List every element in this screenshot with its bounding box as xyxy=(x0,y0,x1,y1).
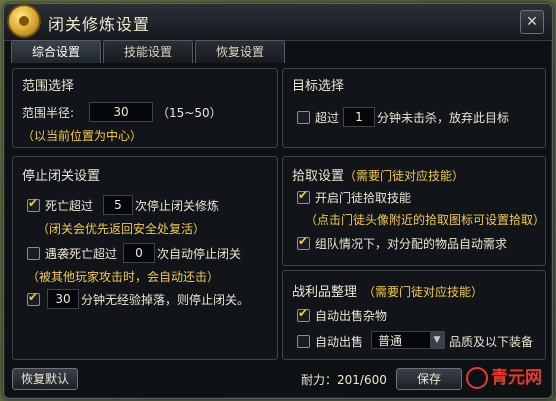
pickup-panel: 拾取设置（需要门徒对应技能） 开启门徒拾取技能 （点击门徒头像附近的拾取图标可设… xyxy=(282,156,546,266)
chevron-down-icon[interactable]: ▼ xyxy=(430,332,444,348)
death-checkbox[interactable] xyxy=(27,196,40,212)
save-button[interactable]: 保存 xyxy=(396,368,462,390)
exp-post: 分钟无经验掉落，则停止闭关。 xyxy=(81,293,250,307)
sell-junk-checkbox[interactable] xyxy=(297,306,310,322)
attack-post: 次自动停止闭关 xyxy=(157,247,242,261)
target-post: 分钟未击杀，放弃此目标 xyxy=(377,111,510,125)
sell-gear-label: 自动出售 xyxy=(315,335,364,349)
death-pre: 死亡超过 xyxy=(45,199,94,213)
settings-window: 闭关修炼设置 ✕ 综合设置 技能设置 恢复设置 范围选择 范围半径: 30 （1… xyxy=(3,3,553,399)
window-title: 闭关修炼设置 xyxy=(48,15,151,34)
team-need-label: 组队情况下，对分配的物品自动需求 xyxy=(315,237,508,251)
loot-title-text: 战利品整理 xyxy=(292,285,358,300)
death-count-input[interactable]: 5 xyxy=(103,195,133,215)
pickup-enable-note: （点击门徒头像附近的拾取图标可设置拾取） xyxy=(305,213,546,227)
stop-panel: 停止闭关设置 死亡超过 5 次停止闭关修炼 （闭关会优先返回安全处复活） 遇袭死… xyxy=(12,156,278,360)
quality-post: 品质及以下装备 xyxy=(449,335,534,349)
pickup-title-note: （需要门徒对应技能） xyxy=(344,169,465,183)
logo-circle-icon xyxy=(466,367,488,389)
team-need-checkbox[interactable] xyxy=(297,234,310,250)
radius-hint: （15~50） xyxy=(157,106,222,120)
pickup-enable-checkbox[interactable] xyxy=(297,188,310,204)
death-post: 次停止闭关修炼 xyxy=(135,199,220,213)
attack-note: （被其他玩家攻击时，会自动还击） xyxy=(27,270,220,284)
tab-skills[interactable]: 技能设置 xyxy=(103,40,193,63)
sell-gear-checkbox[interactable] xyxy=(297,335,310,348)
tab-recovery[interactable]: 恢复设置 xyxy=(195,40,285,63)
target-panel: 目标选择 超过 1 分钟未击杀，放弃此目标 xyxy=(282,68,546,148)
watermark-text: 青元网 xyxy=(491,368,542,388)
target-minutes-input[interactable]: 1 xyxy=(343,107,375,127)
death-note: （闭关会优先返回安全处复活） xyxy=(37,222,206,236)
stop-title: 停止闭关设置 xyxy=(22,169,101,184)
tab-general[interactable]: 综合设置 xyxy=(11,40,101,63)
attack-checkbox[interactable] xyxy=(27,247,40,260)
attack-pre: 遇袭死亡超过 xyxy=(45,247,118,261)
quality-select[interactable]: 普通 ▼ xyxy=(371,331,445,349)
exp-checkbox[interactable] xyxy=(27,290,40,306)
title-bar[interactable]: 闭关修炼设置 ✕ xyxy=(4,4,552,41)
radius-input[interactable]: 30 xyxy=(89,102,153,122)
target-title: 目标选择 xyxy=(292,79,345,94)
range-panel: 范围选择 范围半径: 30 （15~50） （以当前位置为中心） xyxy=(12,68,278,148)
exp-minutes-input[interactable]: 30 xyxy=(47,289,79,309)
loot-title-note: （需要门徒对应技能） xyxy=(363,285,484,299)
center-note: （以当前位置为中心） xyxy=(22,129,143,143)
close-button[interactable]: ✕ xyxy=(520,10,544,34)
loot-panel: 战利品整理 （需要门徒对应技能） 自动出售杂物 自动出售 普通 ▼ 品质及以下装备 xyxy=(282,270,546,360)
target-pre: 超过 xyxy=(315,111,340,125)
loot-title: 战利品整理 （需要门徒对应技能） xyxy=(292,281,483,300)
watermark-logo: 青元网 xyxy=(466,364,550,392)
radius-label: 范围半径: xyxy=(22,106,75,120)
pickup-title: 拾取设置（需要门徒对应技能） xyxy=(292,165,464,184)
attack-count-input[interactable]: 0 xyxy=(123,243,155,263)
pickup-enable-label: 开启门徒拾取技能 xyxy=(315,191,412,205)
quality-select-value: 普通 xyxy=(378,334,403,348)
sell-junk-label: 自动出售杂物 xyxy=(315,309,388,323)
reset-default-button[interactable]: 恢复默认 xyxy=(12,368,78,390)
pickup-title-text: 拾取设置 xyxy=(292,169,345,184)
target-checkbox[interactable] xyxy=(297,111,310,124)
gear-icon xyxy=(9,6,39,36)
durability-text: 耐力：201/600 xyxy=(301,373,387,387)
range-title: 范围选择 xyxy=(22,79,75,94)
